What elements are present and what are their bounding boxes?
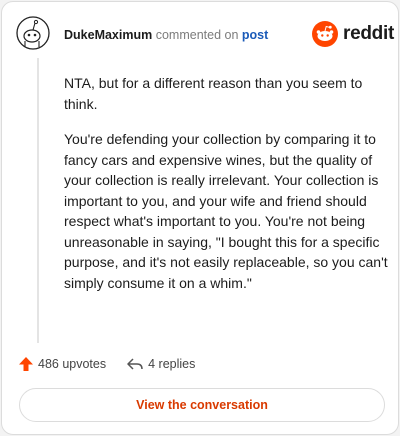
upvote-count: 486 upvotes bbox=[38, 357, 107, 371]
comment-paragraph: NTA, but for a different reason than you… bbox=[64, 75, 363, 112]
comment-header: DukeMaximum commented on post bbox=[64, 28, 268, 42]
thread-line bbox=[37, 58, 39, 343]
reddit-logo-icon bbox=[312, 21, 338, 47]
upvote-arrow-icon bbox=[19, 357, 33, 371]
comment-card: DukeMaximum commented on post reddit NTA… bbox=[1, 1, 399, 435]
reply-count: 4 replies bbox=[148, 357, 196, 371]
comment-paragraph: You're defending your collection by comp… bbox=[64, 131, 388, 291]
view-conversation-button[interactable]: View the conversation bbox=[19, 388, 385, 422]
comment-actions: 486 upvotes 4 replies bbox=[18, 356, 195, 372]
author-name[interactable]: DukeMaximum bbox=[64, 28, 152, 42]
reddit-brand[interactable]: reddit bbox=[312, 21, 394, 47]
snoo-avatar-icon bbox=[16, 16, 50, 50]
upvote-button[interactable]: 486 upvotes bbox=[18, 356, 106, 372]
comment-action-text: commented on bbox=[155, 28, 239, 42]
replies-button[interactable]: 4 replies bbox=[126, 356, 195, 372]
reply-arrow-icon bbox=[127, 358, 143, 370]
post-link[interactable]: post bbox=[242, 28, 268, 42]
brand-name: reddit bbox=[343, 23, 394, 44]
comment-body: NTA, but for a different reason than you… bbox=[64, 73, 394, 308]
